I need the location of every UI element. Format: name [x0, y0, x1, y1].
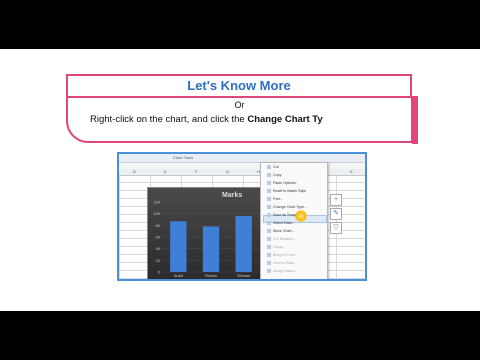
menu-item-label: Change Chart Type...: [273, 205, 308, 209]
menu-item[interactable]: Font...: [267, 197, 284, 202]
menu-item-label: Reset to Match Style: [273, 189, 307, 193]
menu-item-label: Copy: [273, 173, 282, 177]
column-header-e[interactable]: E: [164, 169, 167, 174]
y-tick-label: 60: [156, 235, 161, 240]
context-menu: Cut Copy Paste Options: Reset to Match Styl…: [260, 162, 328, 279]
menu-item-icon: [267, 269, 271, 274]
menu-item[interactable]: Select Data...: [267, 221, 295, 226]
menu-item[interactable]: Group: [267, 245, 283, 250]
card-title: Let's Know More: [66, 74, 412, 98]
menu-item-icon: [267, 165, 271, 170]
y-tick-label: 20: [156, 258, 161, 263]
column-headers: DEFGHIJK: [119, 169, 365, 176]
menu-item-icon: [267, 197, 271, 202]
menu-item[interactable]: Move Chart...: [267, 229, 295, 234]
chart-styles-button[interactable]: ✎: [330, 208, 342, 220]
menu-item[interactable]: Bring to Front: [267, 253, 295, 258]
menu-item-icon: [267, 261, 271, 266]
bar[interactable]: [235, 216, 252, 272]
category-label: Shivam: [237, 273, 251, 278]
slide: Let's Know More Or Right-click on the ch…: [0, 49, 480, 311]
chart-filters-button[interactable]: ▽: [330, 222, 342, 234]
menu-item[interactable]: Change Chart Type...: [267, 205, 308, 210]
instruction-prefix: Right-click on the chart, and click the: [90, 114, 248, 125]
menu-item[interactable]: Cut: [267, 165, 279, 170]
instruction-bold: Change Chart Ty: [247, 114, 323, 125]
menu-item-label: Cut: [273, 165, 279, 169]
y-tick-label: 120: [153, 200, 160, 205]
y-tick-label: 40: [156, 246, 161, 251]
menu-item-icon: [267, 189, 271, 194]
menu-item-icon: [267, 181, 271, 186]
y-tick-label: 0: [158, 270, 161, 275]
know-more-card: Let's Know More Or Right-click on the ch…: [66, 74, 418, 144]
column-header-f[interactable]: F: [195, 169, 197, 174]
menu-item-label: Bring to Front: [273, 253, 295, 257]
menu-item-icon: [267, 229, 271, 234]
excel-screenshot: Chart Tools DEFGHIJK Marks 0204060801001…: [117, 152, 367, 281]
bar[interactable]: [170, 221, 187, 272]
menu-item[interactable]: Paste Options:: [267, 181, 297, 186]
menu-item-icon: [267, 173, 271, 178]
menu-item-label: Select Data...: [273, 221, 295, 225]
menu-item-label: Font...: [273, 197, 284, 201]
menu-item[interactable]: Reset to Match Style: [267, 189, 307, 194]
ribbon: Chart Tools: [119, 154, 365, 163]
menu-item-label: Move Chart...: [273, 229, 295, 233]
column-header-g[interactable]: G: [226, 169, 229, 174]
menu-item[interactable]: 3-D Rotation...: [267, 237, 297, 242]
ribbon-label: Chart Tools: [173, 155, 194, 160]
menu-item[interactable]: Copy: [267, 173, 282, 178]
column-header-d[interactable]: D: [133, 169, 136, 174]
menu-item-icon: [267, 213, 271, 218]
or-text: Or: [234, 100, 245, 110]
bar-chart: 0 20 40 60 80 100 120 Ankit Rohan Shivam: [153, 200, 260, 278]
bar[interactable]: [202, 226, 220, 273]
menu-item-label: Group: [273, 245, 283, 249]
menu-item-label: 3-D Rotation...: [273, 237, 297, 241]
menu-item-label: Send to Back: [273, 261, 295, 265]
chart-area[interactable]: Marks 0 20 40 60 80 100 120 Ankit Rohan Shivam: [147, 187, 269, 279]
y-tick-label: 100: [153, 211, 160, 216]
menu-item[interactable]: Assign Macro...: [267, 269, 298, 274]
category-label: Ankit: [174, 273, 184, 278]
column-header-k[interactable]: K: [350, 169, 353, 174]
accent-bar: [412, 96, 418, 144]
menu-item[interactable]: Send to Back: [267, 261, 295, 266]
menu-item-icon: [267, 205, 271, 210]
menu-item-icon: [267, 245, 271, 250]
menu-item-label: Paste Options:: [273, 181, 297, 185]
chart-elements-button[interactable]: +: [330, 194, 342, 206]
card-body: Or Right-click on the chart, and click t…: [66, 98, 413, 143]
menu-item-label: Assign Macro...: [273, 269, 298, 273]
menu-item-icon: [267, 253, 271, 258]
category-label: Rohan: [205, 273, 217, 278]
y-tick-label: 80: [156, 223, 161, 228]
cursor-highlight: [295, 210, 307, 222]
menu-item-icon: [267, 237, 271, 242]
instruction-text: Right-click on the chart, and click the …: [90, 114, 390, 125]
menu-item-icon: [267, 221, 271, 226]
